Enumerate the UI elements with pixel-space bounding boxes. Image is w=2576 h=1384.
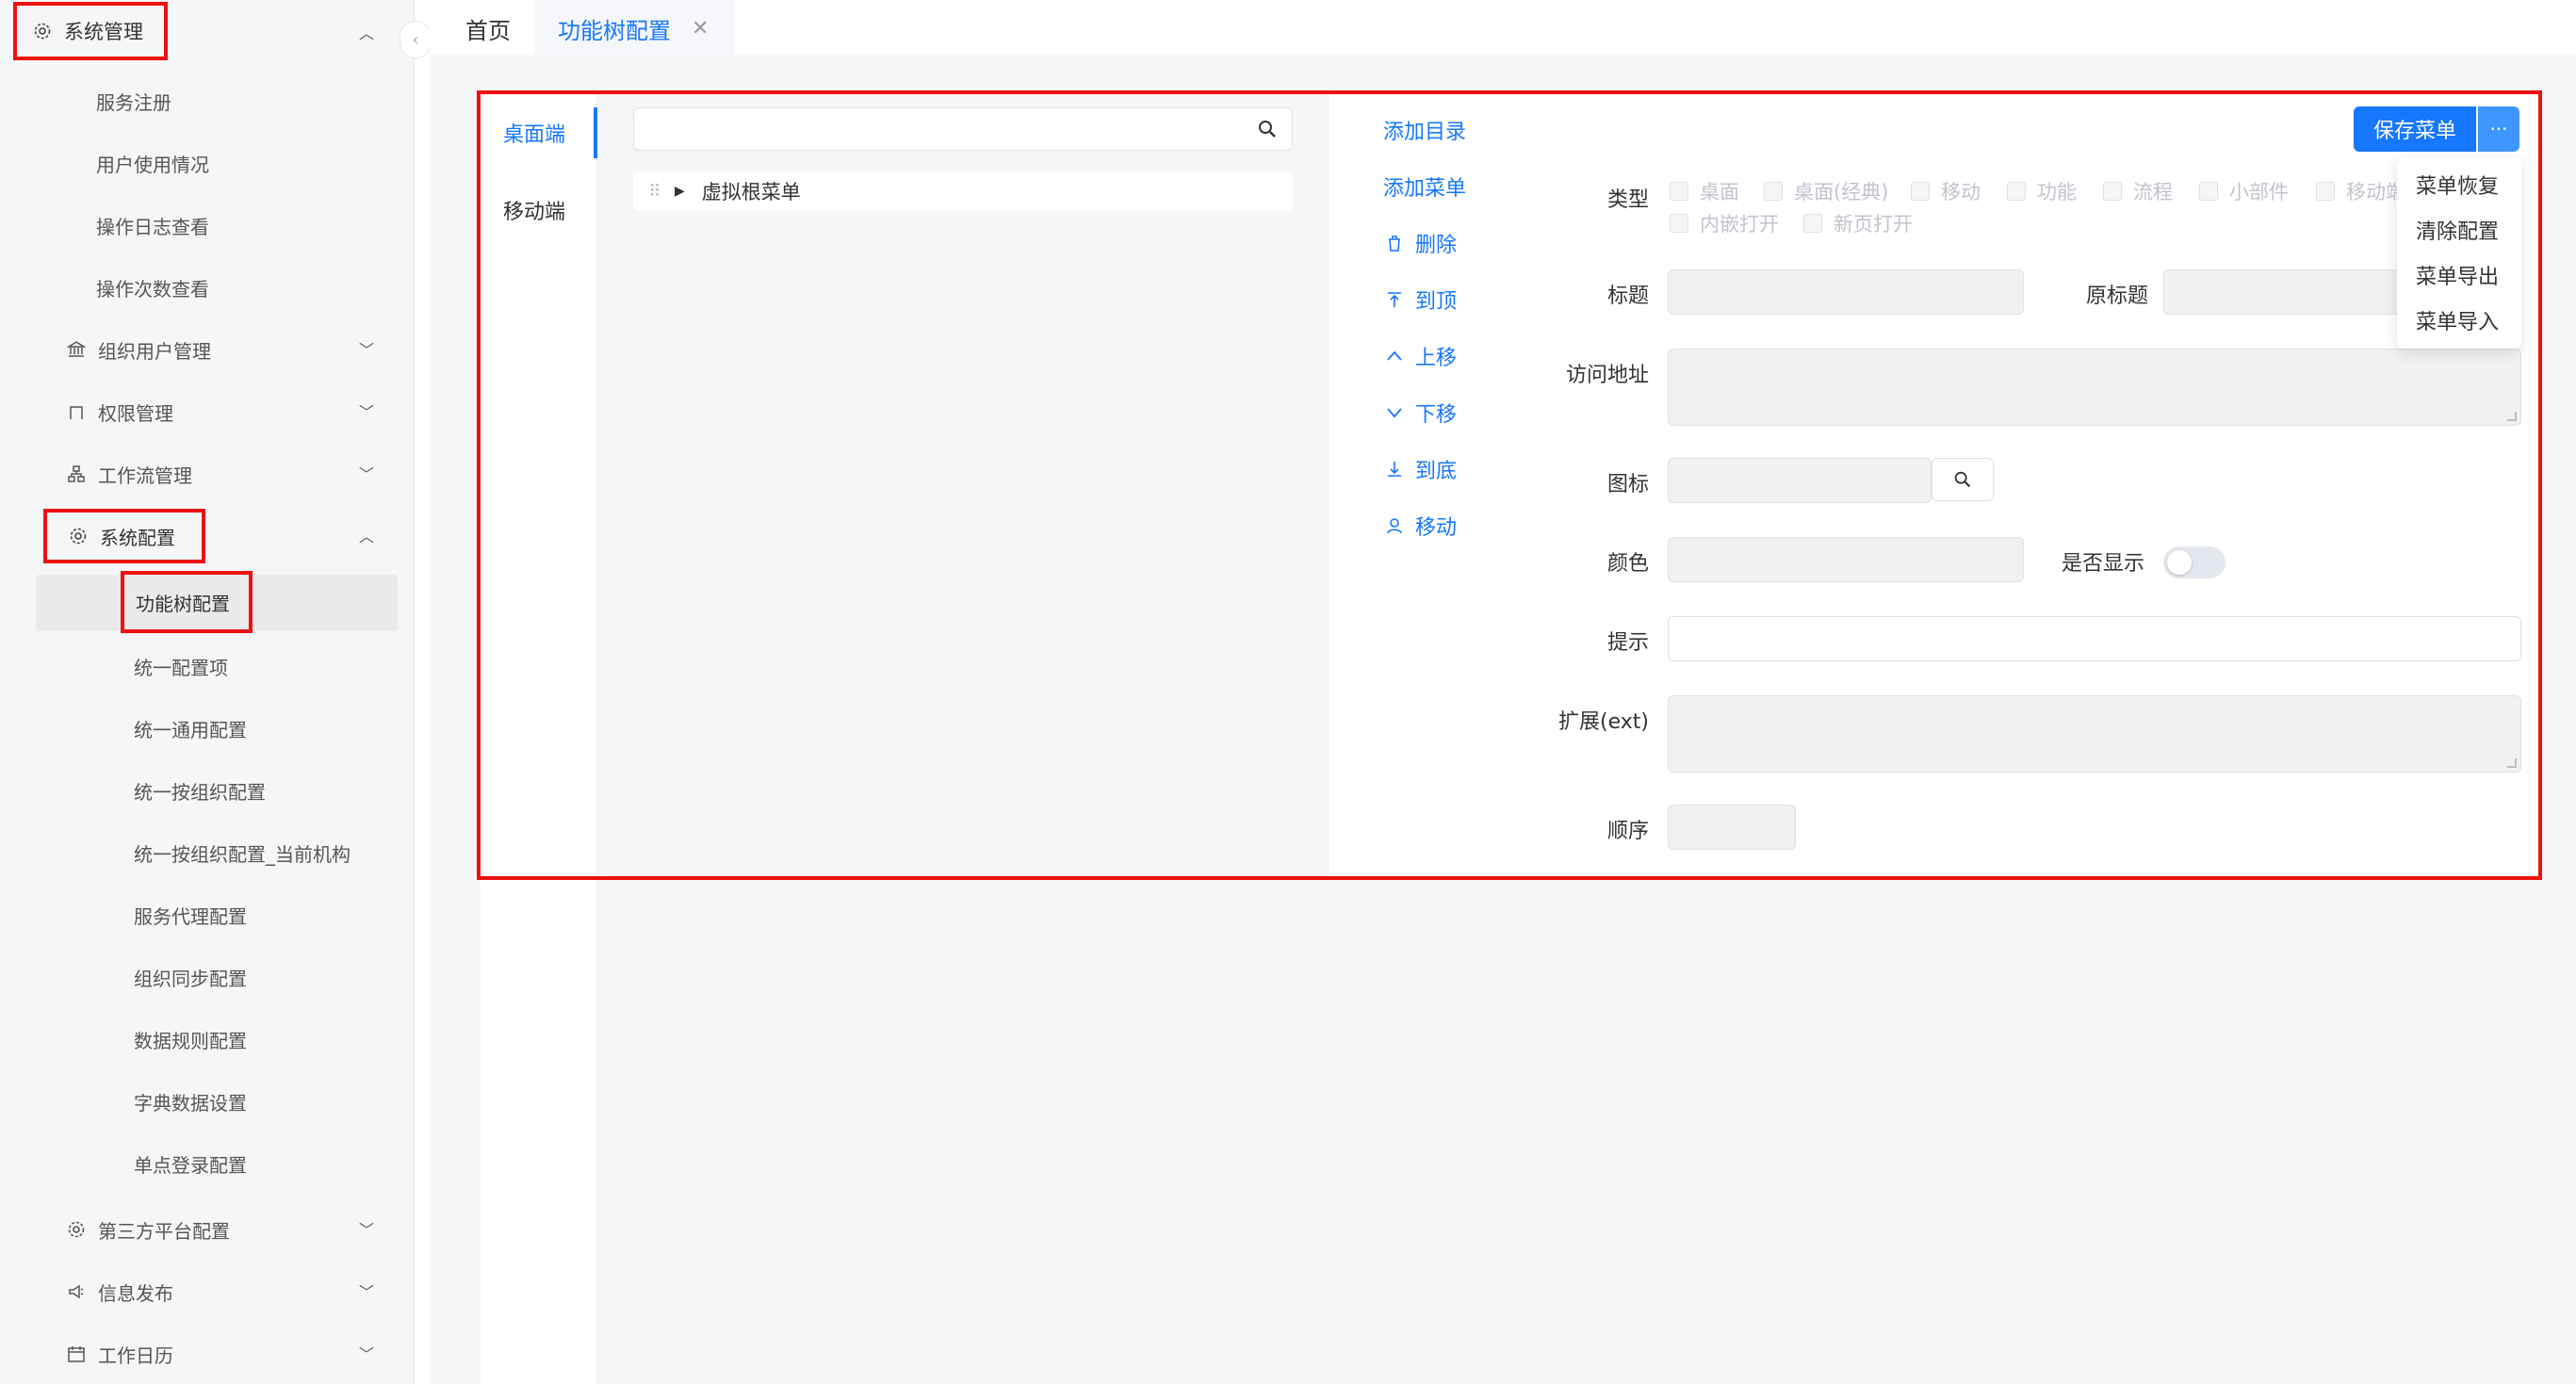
sidebar-item-service-proxy[interactable]: 服务代理配置 (134, 889, 247, 940)
sidebar-item-operation-count[interactable]: 操作次数查看 (96, 262, 209, 313)
chevron-down-icon[interactable]: ﹀ (357, 401, 376, 421)
sidebar-item-unified-org-current[interactable]: 统一按组织配置_当前机构 (134, 827, 351, 878)
bank-icon (66, 339, 87, 360)
sidebar-group-label: 系统管理 (64, 21, 143, 43)
sidebar-item-unified-org[interactable]: 统一按组织配置 (134, 765, 266, 816)
sidebar-item-function-tree-config[interactable]: 功能树配置 (121, 571, 253, 633)
sidebar-item-unified-config[interactable]: 统一配置项 (134, 641, 228, 692)
sidebar-item-permission[interactable]: 权限管理 (66, 386, 173, 437)
sidebar-item-data-rules[interactable]: 数据规则配置 (134, 1014, 247, 1065)
sidebar-group-system-config[interactable]: 系统配置 (43, 509, 205, 563)
sidebar-item-sso[interactable]: 单点登录配置 (134, 1138, 247, 1189)
gear-icon (66, 1219, 87, 1240)
sidebar-item-user-usage[interactable]: 用户使用情况 (96, 138, 209, 188)
highlight-frame (477, 90, 2542, 880)
chevron-down-icon[interactable]: ﹀ (357, 339, 376, 359)
chevron-up-icon[interactable]: ︿ (357, 526, 376, 545)
chevron-down-icon[interactable]: ﹀ (357, 1219, 376, 1239)
chevron-left-icon: ‹ (412, 29, 419, 50)
sidebar-item-work-calendar[interactable]: 工作日历 (66, 1328, 173, 1379)
sidebar-item-operation-log[interactable]: 操作日志查看 (96, 200, 209, 251)
workflow-icon (66, 464, 87, 484)
chevron-down-icon[interactable]: ﹀ (357, 1281, 376, 1301)
sidebar-item-info-publish[interactable]: 信息发布 (66, 1266, 173, 1317)
chevron-up-icon[interactable]: ︿ (357, 23, 376, 42)
sidebar-item-third-party[interactable]: 第三方平台配置 (66, 1204, 230, 1255)
tab-bar: 首页 功能树配置 ✕ (430, 0, 2576, 57)
sidebar-item-org-sync[interactable]: 组织同步配置 (134, 952, 247, 1002)
sidebar-item-unified-general[interactable]: 统一通用配置 (134, 703, 247, 754)
megaphone-icon (66, 1281, 87, 1302)
tab-home[interactable]: 首页 (458, 0, 518, 57)
sidebar-collapse-button[interactable]: ‹ (399, 21, 432, 58)
chevron-down-icon[interactable]: ﹀ (357, 464, 376, 483)
sidebar: 系统管理 ︿ 服务注册 用户使用情况 操作日志查看 操作次数查看 组织用户管理 … (0, 0, 415, 1384)
gear-icon (32, 21, 53, 41)
sidebar-group-system-management[interactable]: 系统管理 (13, 2, 168, 60)
tab-function-tree-config[interactable]: 功能树配置 ✕ (535, 0, 736, 57)
gear-icon (68, 526, 89, 546)
sidebar-item-service-register[interactable]: 服务注册 (96, 75, 171, 126)
user-role-icon (66, 401, 87, 422)
calendar-icon (66, 1343, 87, 1364)
sidebar-item-org-user[interactable]: 组织用户管理 (66, 324, 211, 375)
chevron-down-icon[interactable]: ﹀ (357, 1343, 376, 1363)
sidebar-item-dictionary[interactable]: 字典数据设置 (134, 1076, 247, 1127)
close-icon[interactable]: ✕ (692, 17, 709, 41)
sidebar-item-workflow[interactable]: 工作流管理 (66, 448, 192, 499)
